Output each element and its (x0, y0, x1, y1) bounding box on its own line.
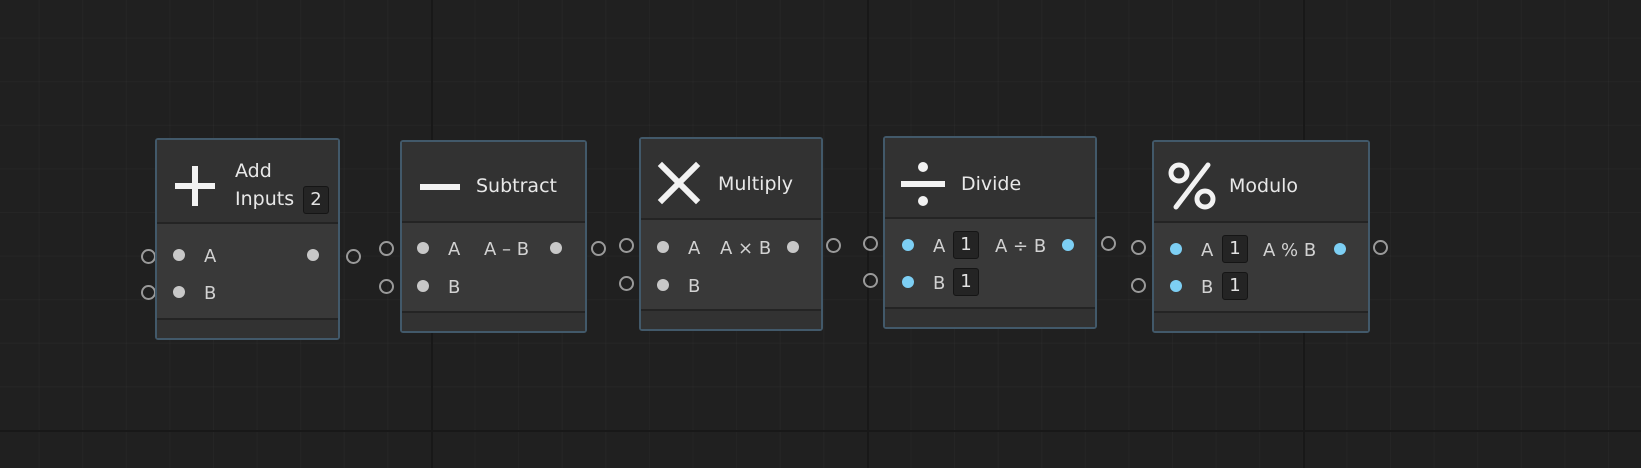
graph-canvas[interactable]: Add Inputs 2 A B Subtract A A – B B Mult… (0, 0, 1641, 468)
modulo-node-header[interactable]: Modulo (1154, 142, 1368, 223)
add-input-a-port[interactable] (141, 249, 156, 264)
add-input-a-dot[interactable] (173, 249, 185, 261)
add-inputs-label: Inputs (235, 188, 295, 210)
divide-input-a-port[interactable] (863, 236, 878, 251)
subtract-input-a-dot[interactable] (417, 242, 429, 254)
add-inputs-count-field[interactable]: 2 (303, 186, 329, 214)
subtract-input-b-port[interactable] (379, 279, 394, 294)
multiply-output-label: A × B (720, 238, 772, 259)
subtract-input-a-port[interactable] (379, 241, 394, 256)
subtract-input-b-label: B (448, 277, 461, 298)
add-input-b-dot[interactable] (173, 286, 185, 298)
modulo-output-label: A % B (1263, 240, 1317, 261)
multiply-input-b-port[interactable] (619, 276, 634, 291)
subtract-node-footer (402, 311, 585, 331)
subtract-node-header[interactable]: Subtract (402, 142, 585, 223)
modulo-node[interactable]: Modulo A 1 A % B B 1 (1152, 140, 1370, 333)
multiply-input-a-port[interactable] (619, 238, 634, 253)
multiply-input-b-dot[interactable] (657, 279, 669, 291)
multiply-output-dot[interactable] (787, 241, 799, 253)
divide-output-dot[interactable] (1062, 239, 1074, 251)
modulo-value-a-field[interactable]: 1 (1222, 235, 1248, 263)
add-node-footer (157, 318, 338, 338)
percent-icon (1168, 162, 1216, 210)
subtract-node-title: Subtract (476, 175, 557, 197)
modulo-value-b-field[interactable]: 1 (1222, 272, 1248, 300)
modulo-node-footer (1154, 311, 1368, 331)
subtract-input-b-dot[interactable] (417, 280, 429, 292)
subtract-output-dot[interactable] (550, 242, 562, 254)
subtract-output-label: A – B (484, 239, 530, 260)
divide-input-b-port[interactable] (863, 273, 878, 288)
add-node-title: Add (235, 160, 272, 182)
add-input-b-port[interactable] (141, 285, 156, 300)
modulo-input-a-dot[interactable] (1170, 243, 1182, 255)
divide-input-b-dot[interactable] (902, 276, 914, 288)
add-node-header[interactable]: Add Inputs 2 (157, 140, 338, 224)
multiply-node-header[interactable]: Multiply (641, 139, 821, 220)
divide-icon (901, 162, 945, 206)
modulo-node-title: Modulo (1229, 175, 1299, 197)
add-input-a-label: A (204, 246, 217, 267)
divide-value-a-field[interactable]: 1 (953, 231, 979, 259)
divide-node[interactable]: Divide A 1 A ÷ B B 1 (883, 136, 1097, 329)
divide-node-title: Divide (961, 173, 1022, 195)
subtract-input-a-label: A (448, 239, 461, 260)
divide-input-b-label: B (933, 273, 946, 294)
multiply-input-b-label: B (688, 276, 701, 297)
divide-input-a-dot[interactable] (902, 239, 914, 251)
add-output-port[interactable] (346, 249, 361, 264)
minus-icon (420, 184, 460, 190)
add-input-b-label: B (204, 283, 217, 304)
modulo-input-b-label: B (1201, 277, 1214, 298)
divide-output-label: A ÷ B (995, 236, 1047, 257)
subtract-node[interactable]: Subtract A A – B B (400, 140, 587, 333)
divide-node-footer (885, 307, 1095, 327)
add-output-dot[interactable] (307, 249, 319, 261)
modulo-input-b-port[interactable] (1131, 278, 1146, 293)
modulo-input-b-dot[interactable] (1170, 280, 1182, 292)
times-icon (657, 161, 701, 205)
modulo-output-port[interactable] (1373, 240, 1388, 255)
divide-input-a-label: A (933, 236, 946, 257)
modulo-input-a-port[interactable] (1131, 240, 1146, 255)
plus-icon (175, 166, 215, 206)
multiply-output-port[interactable] (826, 238, 841, 253)
multiply-node-title: Multiply (718, 173, 794, 195)
modulo-input-a-label: A (1201, 240, 1214, 261)
divide-node-header[interactable]: Divide (885, 138, 1095, 219)
subtract-output-port[interactable] (591, 241, 606, 256)
multiply-node[interactable]: Multiply A A × B B (639, 137, 823, 331)
add-node[interactable]: Add Inputs 2 A B (155, 138, 340, 340)
divide-output-port[interactable] (1101, 236, 1116, 251)
multiply-input-a-dot[interactable] (657, 241, 669, 253)
modulo-output-dot[interactable] (1334, 243, 1346, 255)
multiply-node-footer (641, 309, 821, 329)
multiply-input-a-label: A (688, 238, 701, 259)
divide-value-b-field[interactable]: 1 (953, 268, 979, 296)
